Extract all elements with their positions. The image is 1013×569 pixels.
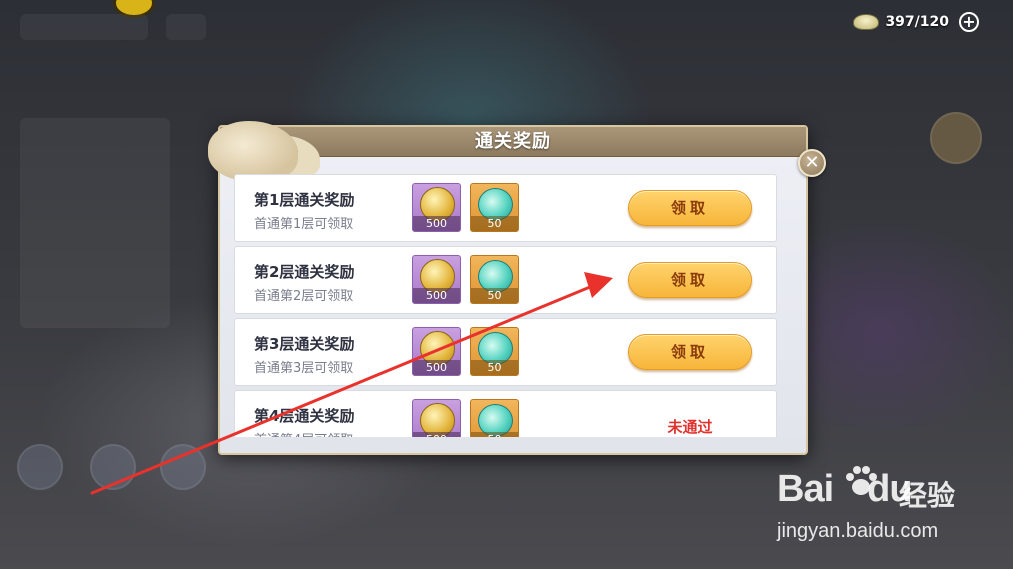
watermark-url: jingyan.baidu.com — [777, 520, 939, 542]
watermark-cn: 经验 — [899, 479, 956, 512]
baidu-paw-icon — [846, 466, 877, 495]
baidu-watermark: Bai du 经验 jingyan.baidu.com — [777, 466, 977, 548]
arrow-shaft — [90, 285, 592, 495]
arrow-head-icon — [584, 272, 613, 298]
